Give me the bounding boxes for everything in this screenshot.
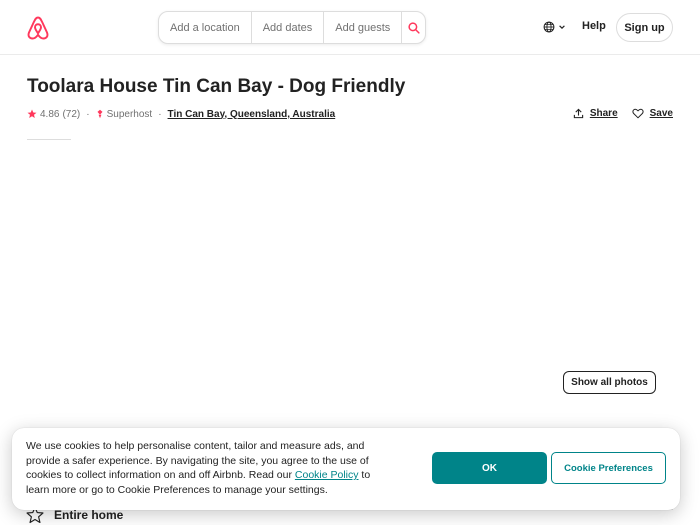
share-button[interactable]: Share — [573, 108, 618, 119]
cookie-banner: We use cookies to help personalise conte… — [12, 428, 680, 510]
chevron-down-icon — [559, 25, 565, 30]
separator-dot: · — [86, 108, 90, 120]
star-icon — [27, 109, 37, 118]
cookie-policy-link[interactable]: Cookie Policy — [295, 469, 359, 481]
share-icon — [573, 108, 584, 119]
globe-icon — [543, 21, 555, 33]
listing-actions: Share Save — [573, 108, 673, 119]
location-field[interactable]: Add a location — [159, 12, 252, 43]
dates-field[interactable]: Add dates — [252, 12, 325, 43]
save-label: Save — [649, 108, 673, 119]
search-button[interactable] — [402, 12, 425, 43]
save-button[interactable]: Save — [632, 108, 673, 119]
sign-up-button[interactable]: Sign up — [616, 13, 673, 42]
review-count[interactable]: (72) — [62, 109, 80, 120]
divider — [27, 139, 71, 140]
superhost-icon — [97, 109, 103, 119]
help-link[interactable]: Help — [582, 20, 606, 32]
language-button[interactable] — [543, 18, 566, 36]
share-label: Share — [589, 108, 618, 119]
heart-icon — [632, 108, 644, 119]
cookie-message: We use cookies to help personalise conte… — [26, 439, 386, 497]
listing-page: Add a location Add dates Add guests Help… — [0, 0, 700, 525]
airbnb-logo-icon[interactable] — [26, 15, 50, 41]
entire-home-label: Entire home — [54, 508, 124, 522]
search-bar: Add a location Add dates Add guests — [158, 11, 426, 44]
listing-title: Toolara House Tin Can Bay - Dog Friendly — [27, 76, 406, 97]
search-icon — [408, 21, 420, 34]
cookie-preferences-button[interactable]: Cookie Preferences — [551, 452, 666, 484]
top-header: Add a location Add dates Add guests Help… — [0, 0, 700, 55]
show-all-photos-button[interactable]: Show all photos — [563, 371, 656, 394]
guests-field[interactable]: Add guests — [324, 12, 403, 43]
separator-dot: · — [158, 108, 162, 120]
superhost-label: Superhost — [106, 108, 153, 120]
cookie-ok-button[interactable]: OK — [432, 452, 547, 484]
location-link[interactable]: Tin Can Bay, Queensland, Australia — [168, 109, 336, 120]
rating-value: 4.86 — [40, 108, 60, 120]
listing-meta: 4.86 (72) · Superhost · Tin Can Bay, Que… — [27, 106, 335, 122]
